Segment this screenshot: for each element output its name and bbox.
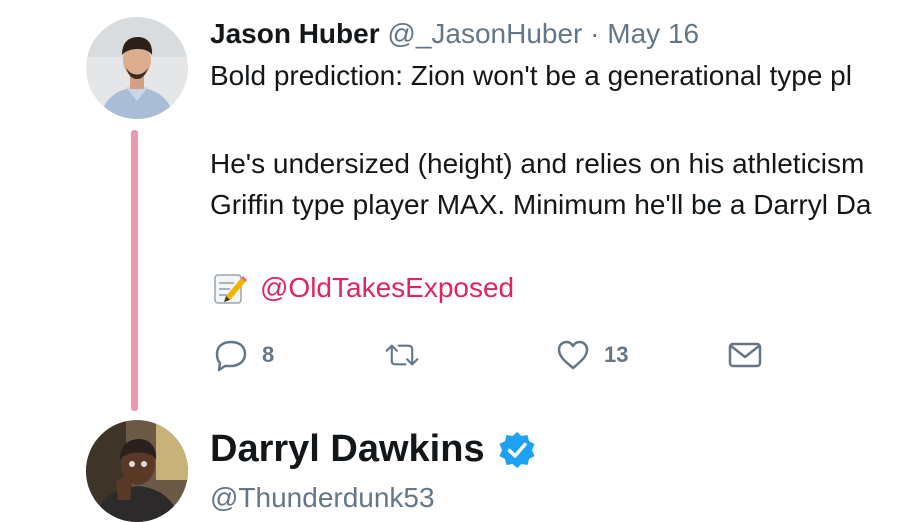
envelope-icon [728,342,762,368]
author-handle[interactable]: @_JasonHuber [387,18,582,49]
verified-badge-icon [499,431,535,468]
tweet-date[interactable]: May 16 [607,18,699,49]
heart-icon [557,340,589,370]
tweet-header: Jason Huber @_JasonHuber · May 16 [210,18,699,50]
reply-author-name[interactable]: Darryl Dawkins [210,428,485,471]
credit-mention-link[interactable]: @OldTakesExposed [260,272,514,304]
memo-emoji-icon [214,274,247,304]
retweet-button[interactable] [385,338,419,372]
reply-author-handle[interactable]: @Thunderdunk53 [210,482,435,514]
tweet-credit: @OldTakesExposed [212,270,514,306]
reply-count: 8 [262,342,275,367]
reply-icon [215,340,247,372]
reply-author-header: Darryl Dawkins [210,428,537,471]
tweet-text-line: Griffin type player MAX. Minimum he'll b… [210,189,872,220]
like-count: 13 [604,342,629,367]
tweet-text-line: Bold prediction: Zion won't be a generat… [210,60,852,91]
tweet-actions: 8 13 [0,338,912,378]
reply-button[interactable]: 8 [214,338,274,372]
avatar-darryl-dawkins[interactable] [86,420,188,522]
header-separator: · [590,18,600,49]
author-name[interactable]: Jason Huber [210,18,380,49]
avatar-jason-huber[interactable] [86,17,188,119]
retweet-icon [385,344,419,366]
tweet-text-line: He's undersized (height) and relies on h… [210,148,865,179]
direct-message-button[interactable] [728,338,762,372]
like-button[interactable]: 13 [556,338,628,372]
